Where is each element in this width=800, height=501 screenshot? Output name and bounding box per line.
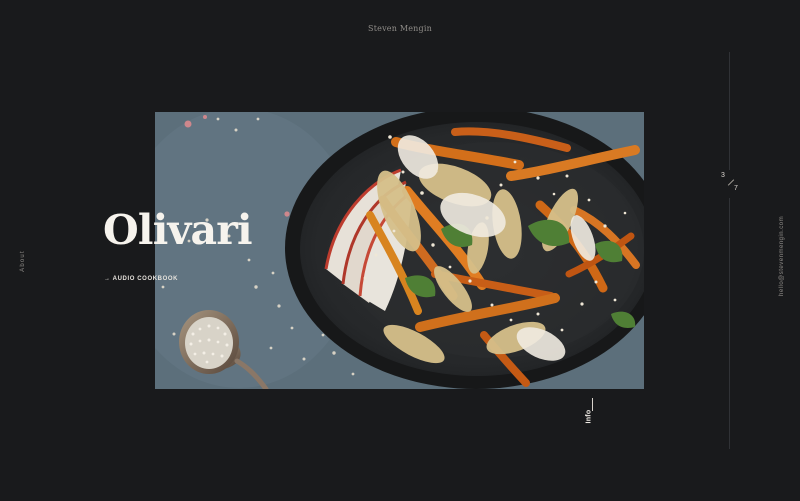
email-link[interactable]: hello@stevenmengin.com: [779, 216, 785, 296]
info-label[interactable]: Info: [586, 409, 593, 423]
about-link[interactable]: About: [20, 250, 26, 272]
counter-current: 3: [721, 172, 725, 179]
right-rail-line: [729, 52, 730, 449]
project-subtitle: → AUDIO COOKBOOK: [104, 276, 179, 282]
site-name[interactable]: Steven Mengin: [0, 24, 800, 33]
project-title[interactable]: Olivari: [103, 210, 253, 251]
slide-counter: 3 7: [719, 170, 744, 198]
info-link[interactable]: Info: [577, 398, 611, 428]
counter-total: 7: [734, 185, 738, 192]
